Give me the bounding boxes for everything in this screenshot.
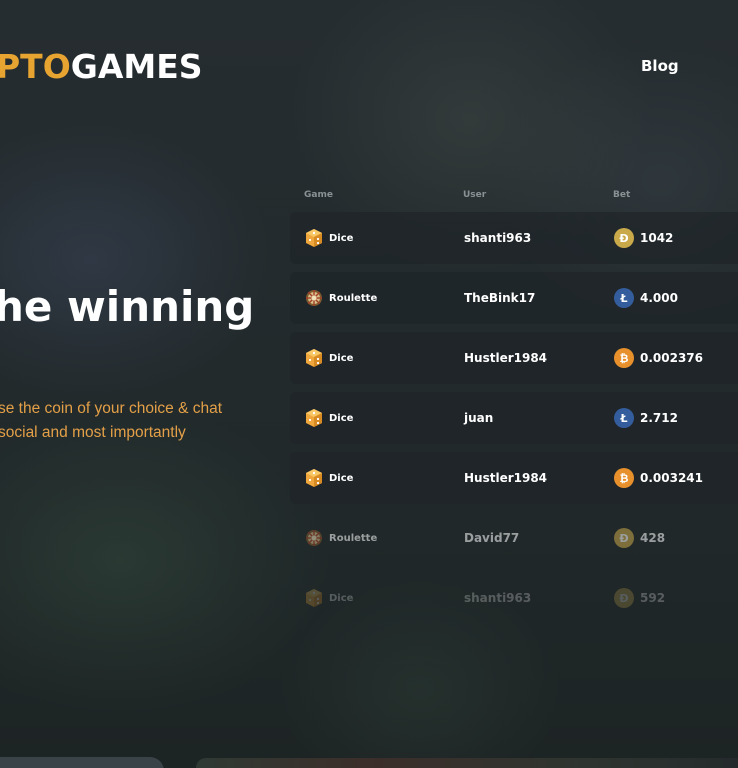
bitcoin-icon: ₿ — [614, 468, 634, 488]
bet-game-label: Dice — [329, 232, 354, 244]
bitcoin-icon: ₿ — [614, 348, 634, 368]
hero-subtitle-line-1: se the coin of your choice & chat — [0, 400, 223, 417]
bet-amount: Ð 428 — [614, 512, 665, 564]
bet-game-label: Dice — [329, 472, 354, 484]
dice-icon — [304, 348, 324, 368]
bet-game: Dice — [304, 452, 353, 504]
bet-game: Roulette — [304, 272, 377, 324]
litecoin-icon: Ł — [614, 408, 634, 428]
bet-row: Dice shanti963 Ð 592 — [290, 572, 738, 624]
bet-amount-value: 592 — [640, 591, 666, 605]
bet-row: Roulette David77 Ð 428 — [290, 512, 738, 564]
bet-amount: Ð 592 — [614, 572, 665, 624]
bet-game-label: Roulette — [329, 532, 378, 544]
bet-user[interactable]: shanti963 — [464, 212, 531, 264]
dice-icon — [304, 408, 324, 428]
bet-user[interactable]: TheBink17 — [464, 272, 535, 324]
bet-user[interactable]: Hustler1984 — [464, 332, 547, 384]
dice-icon — [304, 228, 324, 248]
bet-amount-value: 0.002376 — [640, 351, 704, 365]
bet-game: Dice — [304, 212, 353, 264]
bet-game: Roulette — [304, 512, 377, 564]
logo-accent-text: PTO — [0, 47, 71, 86]
bet-row: Dice Hustler1984 ₿ 0.002376 — [290, 332, 738, 384]
bet-user[interactable]: David77 — [464, 512, 519, 564]
bottom-banner-strip — [196, 758, 738, 768]
dogecoin-icon: Ð — [614, 588, 634, 608]
header-bet: Bet — [613, 190, 631, 200]
bet-user[interactable]: Hustler1984 — [464, 452, 547, 504]
header-user: User — [463, 190, 487, 200]
nav-blog-link[interactable]: Blog — [641, 57, 679, 75]
dogecoin-icon: Ð — [614, 528, 634, 548]
bet-row: Dice juan Ł 2.712 — [290, 392, 738, 444]
bet-amount-value: 2.712 — [640, 411, 678, 425]
bet-amount-value: 0.003241 — [640, 471, 704, 485]
bet-game: Dice — [304, 392, 353, 444]
bet-amount: Ł 2.712 — [614, 392, 678, 444]
roulette-icon — [304, 528, 324, 548]
bet-amount-value: 428 — [640, 531, 666, 545]
roulette-icon — [304, 288, 324, 308]
bet-row: Roulette TheBink17 Ł 4.000 — [290, 272, 738, 324]
bet-game-label: Dice — [329, 592, 354, 604]
bet-game: Dice — [304, 332, 353, 384]
bet-row: Dice Hustler1984 ₿ 0.003241 — [290, 452, 738, 504]
hero-subtitle-line-2: social and most importantly — [0, 424, 186, 441]
dogecoin-icon: Ð — [614, 228, 634, 248]
bet-amount: ₿ 0.002376 — [614, 332, 703, 384]
bet-amount: ₿ 0.003241 — [614, 452, 703, 504]
bet-game: Dice — [304, 572, 353, 624]
brand-logo[interactable]: PTOGAMES — [0, 47, 203, 86]
bet-user[interactable]: shanti963 — [464, 572, 531, 624]
litecoin-icon: Ł — [614, 288, 634, 308]
logo-main-text: GAMES — [70, 47, 203, 86]
bet-amount-value: 1042 — [640, 231, 674, 245]
bet-amount: Ł 4.000 — [614, 272, 678, 324]
bet-amount: Ð 1042 — [614, 212, 673, 264]
dice-icon — [304, 588, 324, 608]
hero-headline: he winning — [0, 282, 255, 331]
bet-amount-value: 4.000 — [640, 291, 678, 305]
bet-game-label: Dice — [329, 412, 354, 424]
hero-background — [0, 0, 738, 768]
hero-subtitle: se the coin of your choice & chat social… — [0, 397, 222, 445]
bet-game-label: Dice — [329, 352, 354, 364]
bet-user[interactable]: juan — [464, 392, 493, 444]
bottom-pill[interactable] — [0, 757, 164, 768]
bet-row: Dice shanti963 Ð 1042 — [290, 212, 738, 264]
bet-game-label: Roulette — [329, 292, 378, 304]
header-game: Game — [304, 190, 333, 200]
dice-icon — [304, 468, 324, 488]
